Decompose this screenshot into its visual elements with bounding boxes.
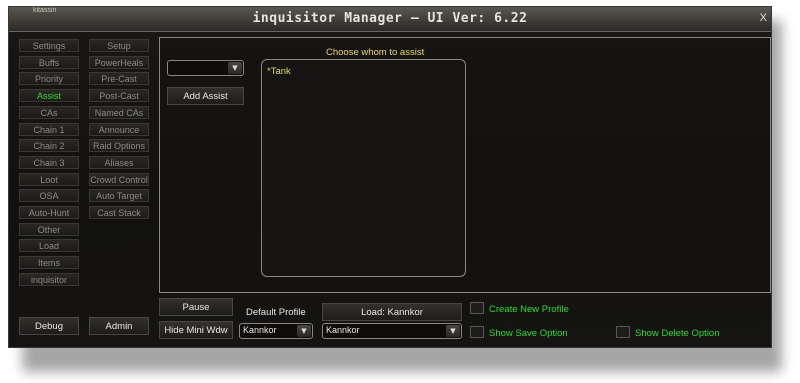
nav-button-named-cas[interactable]: Named CAs — [89, 105, 149, 119]
load-profile-value: Kannkor — [326, 325, 360, 335]
list-item[interactable]: *Tank — [267, 66, 291, 77]
nav-button-chain-1[interactable]: Chain 1 — [19, 122, 79, 136]
title-bar[interactable]: kitassin inquisitor Manager — UI Ver: 6.… — [9, 7, 771, 32]
nav-button-powerheals[interactable]: PowerHeals — [89, 55, 149, 69]
hide-mini-window-button[interactable]: Hide Mini Wdw — [159, 321, 233, 339]
create-new-profile-label[interactable]: Create New Profile — [489, 304, 569, 315]
nav-button-chain-3[interactable]: Chain 3 — [19, 155, 79, 169]
window-title: inquisitor Manager — UI Ver: 6.22 — [252, 11, 528, 26]
nav-button-crowd-control[interactable]: Crowd Control — [89, 172, 149, 186]
chevron-down-icon: ▼ — [297, 325, 311, 337]
default-profile-dropdown[interactable]: Kannkor ▼ — [239, 323, 313, 339]
create-new-profile-checkbox[interactable] — [470, 302, 484, 314]
nav-button-other[interactable]: Other — [19, 222, 79, 236]
nav-button-chain-2[interactable]: Chain 2 — [19, 139, 79, 153]
close-icon[interactable]: X — [760, 12, 767, 24]
nav-button-inquisitor[interactable]: inquisitor — [19, 272, 79, 286]
nav-button-loot[interactable]: Loot — [19, 172, 79, 186]
nav-button-cast-stack[interactable]: Cast Stack — [89, 206, 149, 219]
debug-button[interactable]: Debug — [19, 317, 79, 335]
nav-button-pre-cast[interactable]: Pre-Cast — [89, 72, 149, 86]
assist-dropdown[interactable]: ▼ — [167, 60, 244, 76]
assist-list-label: Choose whom to assist — [326, 47, 425, 58]
assist-list[interactable]: *Tank — [261, 59, 466, 277]
add-assist-button[interactable]: Add Assist — [167, 87, 244, 105]
nav-button-auto-target[interactable]: Auto Target — [89, 189, 149, 203]
nav-button-post-cast[interactable]: Post-Cast — [89, 89, 149, 103]
nav-button-items[interactable]: Items — [19, 256, 79, 270]
show-save-option-label[interactable]: Show Save Option — [489, 328, 568, 339]
nav-button-load[interactable]: Load — [19, 239, 79, 253]
show-delete-option-label[interactable]: Show Delete Option — [635, 328, 720, 339]
nav-button-auto-hunt[interactable]: Auto-Hunt — [19, 206, 79, 219]
nav-button-osa[interactable]: OSA — [19, 189, 79, 203]
nav-button-assist[interactable]: Assist — [19, 89, 79, 103]
show-delete-option-checkbox[interactable] — [616, 326, 630, 338]
nav-button-aliases[interactable]: Aliases — [89, 155, 149, 169]
load-profile-dropdown[interactable]: Kannkor ▼ — [322, 323, 462, 339]
nav-button-settings[interactable]: Settings — [19, 39, 79, 52]
show-save-option-checkbox[interactable] — [470, 326, 484, 338]
chevron-down-icon: ▼ — [228, 62, 242, 74]
nav-button-raid-options[interactable]: Raid Options — [89, 139, 149, 153]
nav-button-buffs[interactable]: Buffs — [19, 55, 79, 69]
chevron-down-icon: ▼ — [446, 325, 460, 337]
default-profile-label: Default Profile — [246, 307, 306, 318]
nav-button-setup[interactable]: Setup — [89, 39, 149, 52]
load-profile-button[interactable]: Load: Kannkor — [322, 303, 462, 321]
nav-button-cas[interactable]: CAs — [19, 105, 79, 119]
nav-button-priority[interactable]: Priority — [19, 72, 79, 86]
pause-button[interactable]: Pause — [159, 298, 233, 316]
admin-button[interactable]: Admin — [89, 317, 149, 335]
default-profile-value: Kannkor — [243, 325, 277, 335]
manager-window: kitassin inquisitor Manager — UI Ver: 6.… — [8, 6, 772, 348]
nav-button-announce[interactable]: Announce — [89, 122, 149, 136]
